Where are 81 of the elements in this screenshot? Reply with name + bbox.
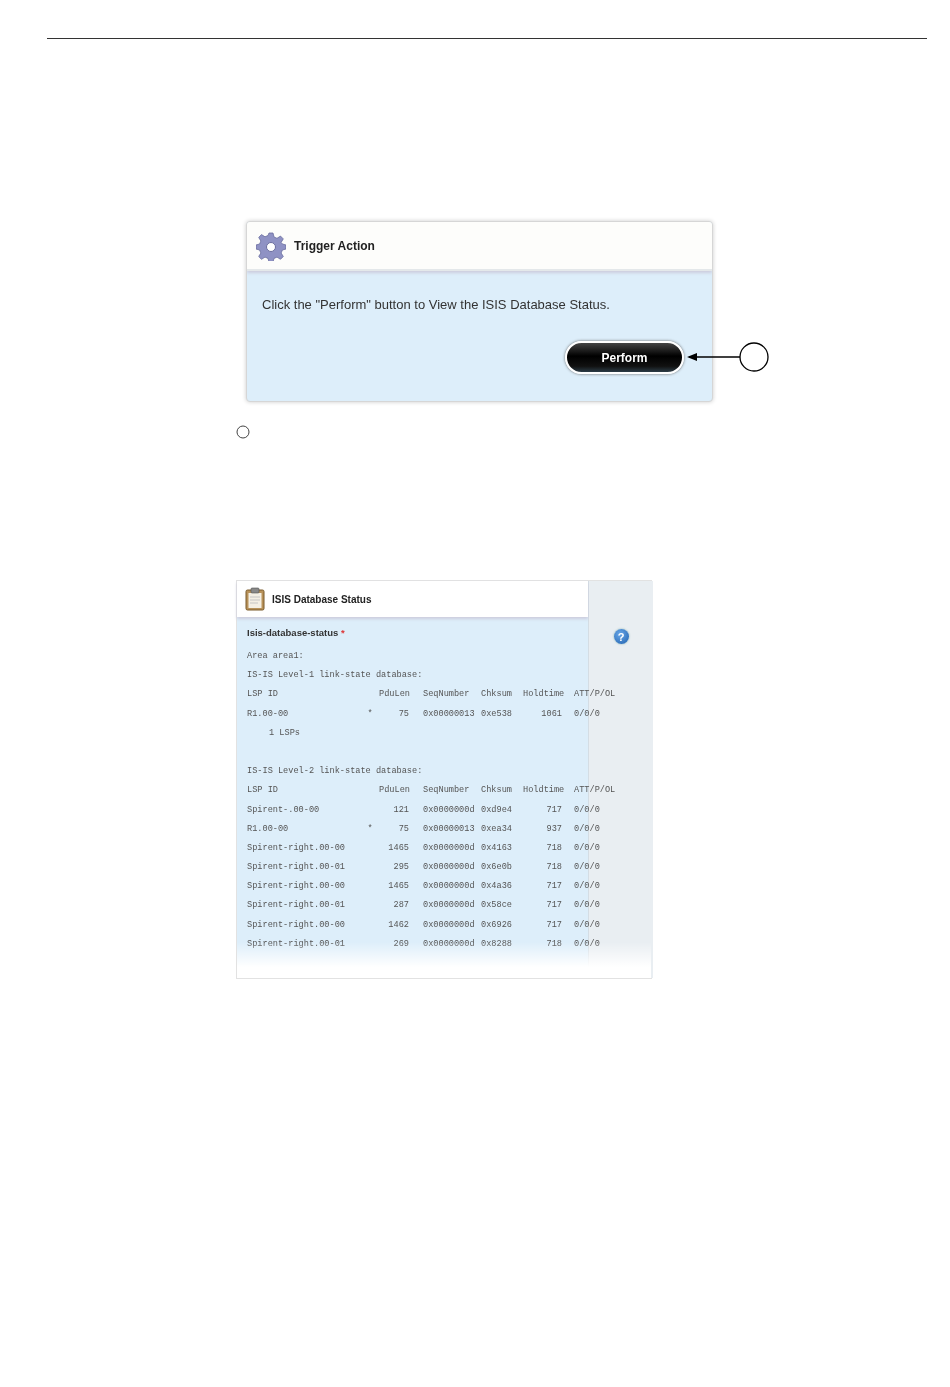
column-header: PduLen xyxy=(379,689,409,702)
table-cell-text: 0xd9e4 xyxy=(481,804,513,817)
table-cell-text: 937 xyxy=(545,823,562,836)
output-line: IS-IS Level-1 link-state database: xyxy=(247,670,424,683)
table-cell-text: * xyxy=(366,708,374,721)
table-cell-text: Spirent-right.00-00 xyxy=(247,881,346,894)
column-header: SeqNumber xyxy=(422,689,471,702)
table-cell-text: 0x00000013 xyxy=(422,823,476,836)
output-line: Area area1: xyxy=(247,651,305,663)
output-line: 1 LSPs xyxy=(268,727,301,740)
table-cell-text: 0x0000000d xyxy=(422,862,476,875)
table-cell-text: 0x0000000d xyxy=(422,804,476,817)
table-cell-text: 75 xyxy=(397,708,409,721)
table-cell-text: 718 xyxy=(545,842,562,855)
table-cell-text: 0/0/0 xyxy=(573,708,601,721)
table-cell-text: 0/0/0 xyxy=(573,823,601,836)
column-header: ATT/P/OL xyxy=(573,689,617,702)
panel-title: Trigger Action xyxy=(294,238,375,253)
table-cell-text: 0x6e0b xyxy=(481,862,513,875)
table-cell-text: 0x0000000d xyxy=(422,900,476,913)
table-cell-text: 0x0000000d xyxy=(422,919,476,932)
panel-title: ISIS Database Status xyxy=(272,593,372,605)
column-header: Holdtime xyxy=(523,689,562,702)
table-cell-text: 718 xyxy=(545,938,562,951)
clipboard-icon xyxy=(245,587,265,611)
table-cell-text: Spirent-right.00-01 xyxy=(247,938,346,951)
table-cell-text: 717 xyxy=(545,900,562,913)
column-header: LSP ID xyxy=(247,785,279,798)
table-cell-text: 1465 xyxy=(387,881,409,894)
table-cell-text: 0xe538 xyxy=(481,708,513,721)
column-header: ATT/P/OL xyxy=(573,785,617,798)
table-cell-text: Spirent-right.00-00 xyxy=(247,842,346,855)
perform-button[interactable]: Perform xyxy=(565,341,684,374)
table-cell-text: 0x0000000d xyxy=(422,938,476,951)
table-cell-text: 0/0/0 xyxy=(573,881,601,894)
table-cell-text: Spirent-right.00-01 xyxy=(247,900,346,913)
table-cell-text: 295 xyxy=(392,862,409,875)
table-cell-text: R1.00-00 xyxy=(247,708,290,721)
table-cell-text: 0/0/0 xyxy=(573,842,601,855)
table-cell-text: 0x0000000d xyxy=(422,881,476,894)
table-cell-text: 718 xyxy=(545,862,562,875)
required-mark: * xyxy=(341,627,345,638)
table-cell-text: 0x8288 xyxy=(481,938,513,951)
table-cell-text: Spirent-.00-00 xyxy=(247,804,321,817)
field-label: Isis-database-status xyxy=(247,627,339,638)
table-cell-text: 75 xyxy=(397,823,409,836)
instruction-text: Click the "Perform" button to View the ISIS Database Status. xyxy=(262,297,611,312)
table-cell-text: 1462 xyxy=(387,919,409,932)
table-cell-text: 0x4a36 xyxy=(481,881,513,894)
column-header: Chksum xyxy=(481,785,513,798)
table-cell-text: * xyxy=(366,823,374,836)
callout-circle xyxy=(236,425,250,439)
table-cell-text: R1.00-00 xyxy=(247,823,290,836)
table-cell-text: 1061 xyxy=(540,708,562,721)
table-cell-text: 0x4163 xyxy=(481,842,513,855)
gear-icon xyxy=(256,230,286,261)
table-cell-text: Spirent-right.00-00 xyxy=(247,919,346,932)
table-cell-text: 0x00000013 xyxy=(422,708,476,721)
table-cell-text: 0xea34 xyxy=(481,823,513,836)
table-cell-text: 1465 xyxy=(387,842,409,855)
table-cell-text: 0/0/0 xyxy=(573,919,601,932)
table-cell-text: 287 xyxy=(392,900,409,913)
column-header: Chksum xyxy=(481,689,513,702)
column-header: SeqNumber xyxy=(422,785,471,798)
output-line: IS-IS Level-2 link-state database: xyxy=(247,766,424,779)
table-cell-text: 0x6926 xyxy=(481,919,513,932)
table-cell-text: 0/0/0 xyxy=(573,804,601,817)
table-cell-text: Spirent-right.00-01 xyxy=(247,862,346,875)
table-cell-text: 0x0000000d xyxy=(422,842,476,855)
column-header: Holdtime xyxy=(523,785,562,798)
column-header: LSP ID xyxy=(247,689,279,702)
table-cell-text: 0/0/0 xyxy=(573,862,601,875)
table-cell-text: 717 xyxy=(545,919,562,932)
table-cell-text: 717 xyxy=(545,804,562,817)
column-header: PduLen xyxy=(379,785,409,798)
table-cell-text: 0/0/0 xyxy=(573,938,601,951)
table-cell-text: 121 xyxy=(392,804,409,817)
table-cell-text: 0x58ce xyxy=(481,900,513,913)
table-cell-text: 717 xyxy=(545,881,562,894)
table-cell-text: 0/0/0 xyxy=(573,900,601,913)
table-cell-text: 269 xyxy=(392,938,409,951)
